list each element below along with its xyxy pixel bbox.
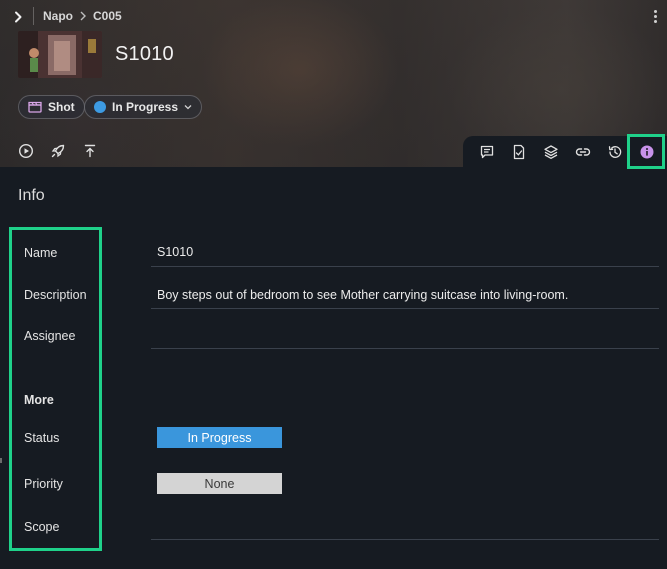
tab-links[interactable]: [574, 143, 592, 161]
publish-button[interactable]: [81, 142, 99, 160]
status-dot: [94, 101, 106, 113]
chevron-down-icon: [184, 105, 192, 110]
more-section-heading: More: [24, 393, 54, 407]
name-field-underline: [151, 266, 659, 267]
description-label: Description: [24, 288, 87, 302]
description-field[interactable]: Boy steps out of bedroom to see Mother c…: [157, 288, 568, 302]
info-icon: [640, 145, 654, 159]
name-label: Name: [24, 246, 58, 260]
shot-thumbnail: [18, 31, 102, 78]
status-dropdown-label: In Progress: [112, 100, 179, 114]
entity-type-label: Shot: [48, 100, 75, 114]
labels-highlight: [9, 227, 102, 551]
history-icon: [608, 146, 622, 158]
entity-title: S1010: [115, 43, 174, 65]
link-icon: [575, 148, 591, 156]
name-field[interactable]: S1010: [157, 245, 193, 259]
tab-info[interactable]: [638, 143, 656, 161]
header-divider: [33, 7, 34, 25]
detail-tabs: [463, 136, 667, 167]
more-options-icon[interactable]: [648, 6, 662, 26]
launch-button[interactable]: [49, 142, 67, 160]
status-badge[interactable]: In Progress: [157, 427, 282, 448]
upload-icon: [84, 144, 96, 158]
priority-badge[interactable]: None: [157, 473, 282, 494]
scope-field-underline: [151, 539, 659, 540]
chevron-right-icon: [15, 11, 22, 23]
assignee-field-underline: [151, 348, 659, 349]
entity-type-chip[interactable]: Shot: [18, 95, 85, 119]
breadcrumb-project[interactable]: Napo: [43, 9, 73, 23]
tab-layers[interactable]: [542, 143, 560, 161]
tab-tasks[interactable]: [510, 143, 528, 161]
rocket-icon: [51, 144, 65, 158]
priority-label: Priority: [24, 477, 63, 491]
task-check-icon: [513, 144, 525, 160]
scope-label: Scope: [24, 520, 60, 534]
breadcrumb-sequence[interactable]: C005: [93, 9, 122, 23]
comments-icon: [480, 145, 494, 159]
clapperboard-icon: [28, 101, 42, 113]
resize-handle[interactable]: [0, 458, 2, 463]
play-icon: [18, 143, 34, 159]
expand-panel-button[interactable]: [8, 7, 28, 27]
status-label: Status: [24, 431, 60, 445]
play-button[interactable]: [17, 142, 35, 160]
panel-title: Info: [18, 187, 45, 204]
layers-icon: [544, 145, 558, 159]
tab-comments[interactable]: [478, 143, 496, 161]
status-dropdown[interactable]: In Progress: [84, 95, 203, 119]
breadcrumb-separator-icon: [79, 11, 87, 21]
assignee-label: Assignee: [24, 329, 76, 343]
tab-history[interactable]: [606, 143, 624, 161]
description-field-underline: [151, 308, 659, 309]
breadcrumb: Napo C005: [43, 9, 122, 23]
